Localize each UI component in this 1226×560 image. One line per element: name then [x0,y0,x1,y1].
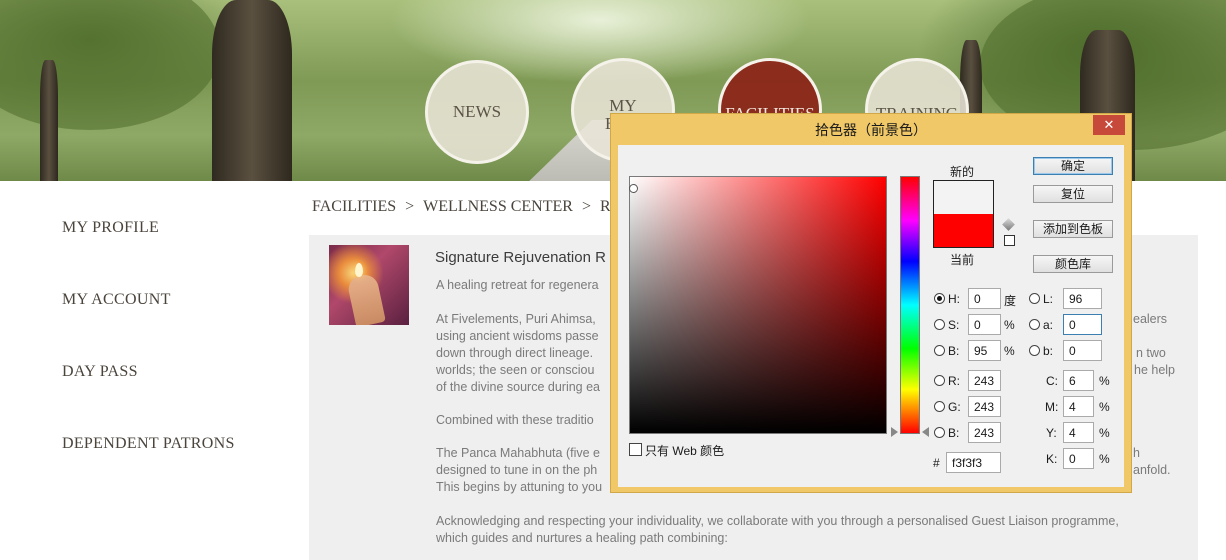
label-r: R: [948,374,960,388]
web-only-label: 只有 Web 颜色 [645,444,725,458]
breadcrumb-separator: > [581,198,591,215]
websafe-warning-icon[interactable] [1004,235,1015,246]
label-m: M: [1045,400,1059,414]
content-line: of the divine source during ea [436,380,600,394]
current-color-swatch[interactable] [934,214,993,247]
radio-l[interactable] [1029,293,1040,304]
dialog-title[interactable]: 拾色器（前景色） [611,114,1131,144]
content-fragment: h [1133,446,1140,460]
content-line: worlds; the seen or consciou [436,363,595,377]
content-line: using ancient wisdoms passe [436,329,599,343]
hue-field[interactable] [968,288,1001,309]
yellow-unit: % [1099,426,1110,440]
radio-a[interactable] [1029,319,1040,330]
color-marker[interactable] [629,184,638,193]
content-line: down through direct lineage. [436,346,594,360]
content-line: designed to tune in on the ph [436,463,598,477]
web-only-checkbox[interactable]: 只有 Web 颜色 [629,442,724,459]
hue-slider-arrow-right-icon[interactable] [922,427,929,437]
hand-shape [346,272,386,325]
tree-trunk [40,60,58,181]
add-to-swatches-button[interactable]: 添加到色板 [1033,220,1113,238]
label-l: L: [1043,292,1054,306]
foliage [0,0,220,130]
hue-slider-arrow-left-icon[interactable] [891,427,898,437]
lab-l-field[interactable] [1063,288,1102,309]
label-b: B: [948,344,960,358]
content-line: The Panca Mahabhuta (five e [436,446,600,460]
radio-blue[interactable] [934,427,945,438]
reset-button[interactable]: 复位 [1033,185,1113,203]
red-field[interactable] [968,370,1001,391]
label-g: G: [948,400,961,414]
new-color-label: 新的 [950,165,975,179]
tree-trunk [212,0,292,181]
label-k: K: [1046,452,1058,466]
current-color-label: 当前 [950,253,975,267]
label-s: S: [948,318,960,332]
green-field[interactable] [968,396,1001,417]
treatment-title[interactable]: Signature Rejuvenation R [435,249,606,266]
label-y: Y: [1046,426,1057,440]
content-fragment: anfold. [1133,463,1171,477]
content-line: A healing retreat for regenera [436,278,599,292]
label-h: H: [948,292,960,306]
saturation-field[interactable] [968,314,1001,335]
close-button[interactable]: ✕ [1093,115,1125,135]
black-field[interactable] [1063,448,1094,469]
radio-g[interactable] [934,401,945,412]
sidebar-item-my-profile[interactable]: MY PROFILE [62,219,159,237]
breadcrumb-facilities[interactable]: FACILITIES [312,198,396,215]
content-fragment: n two [1136,346,1166,360]
content-fragment: he help [1134,363,1176,377]
magenta-field[interactable] [1063,396,1094,417]
content-line: which guides and nurtures a healing path… [436,531,728,545]
hue-unit: 度 [1004,294,1017,308]
radio-s[interactable] [934,319,945,330]
label-blue: B: [948,426,960,440]
black-unit: % [1099,452,1110,466]
magenta-unit: % [1099,400,1110,414]
hue-slider[interactable] [900,176,920,434]
treatment-thumbnail [329,245,409,325]
cyan-unit: % [1099,374,1110,388]
breadcrumb: FACILITIES>WELLNESS CENTER>RE [312,198,620,216]
sidebar-item-dependent-patrons[interactable]: DEPENDENT PATRONS [62,435,235,453]
radio-h[interactable] [934,293,945,304]
yellow-field[interactable] [1063,422,1094,443]
nav-news[interactable]: NEWS [425,60,529,164]
new-color-swatch [934,181,993,214]
saturation-brightness-field[interactable] [629,176,887,434]
saturation-unit: % [1004,318,1015,332]
label-a: a: [1043,318,1054,332]
content-line: Acknowledging and respecting your indivi… [436,514,1119,528]
radio-b[interactable] [934,345,945,356]
lab-b-field[interactable] [1063,340,1102,361]
content-line: This begins by attuning to you [436,480,603,494]
sidebar-item-day-pass[interactable]: DAY PASS [62,363,138,381]
color-libraries-button[interactable]: 颜色库 [1033,255,1113,273]
radio-lab-b[interactable] [1029,345,1040,356]
nav-news-label: NEWS [452,102,502,121]
brightness-unit: % [1004,344,1015,358]
breadcrumb-separator: > [405,198,415,215]
candle-flame [355,263,363,277]
blue-field[interactable] [968,422,1001,443]
content-line: Combined with these traditio [436,413,594,427]
content-line: At Fivelements, Puri Ahimsa, [436,312,596,326]
brightness-field[interactable] [968,340,1001,361]
content-fragment: ealers [1133,312,1168,326]
breadcrumb-wellness-center[interactable]: WELLNESS CENTER [423,198,573,215]
lab-a-field[interactable] [1063,314,1102,335]
hex-field[interactable] [946,452,1001,473]
color-comparison-swatch [933,180,994,248]
label-c: C: [1046,374,1058,388]
hex-hash-label: # [933,456,940,470]
label-lab-b: b: [1043,344,1054,358]
checkbox-icon[interactable] [629,443,642,456]
sidebar-item-my-account[interactable]: MY ACCOUNT [62,291,171,309]
cyan-field[interactable] [1063,370,1094,391]
radio-r[interactable] [934,375,945,386]
ok-button[interactable]: 确定 [1033,157,1113,175]
